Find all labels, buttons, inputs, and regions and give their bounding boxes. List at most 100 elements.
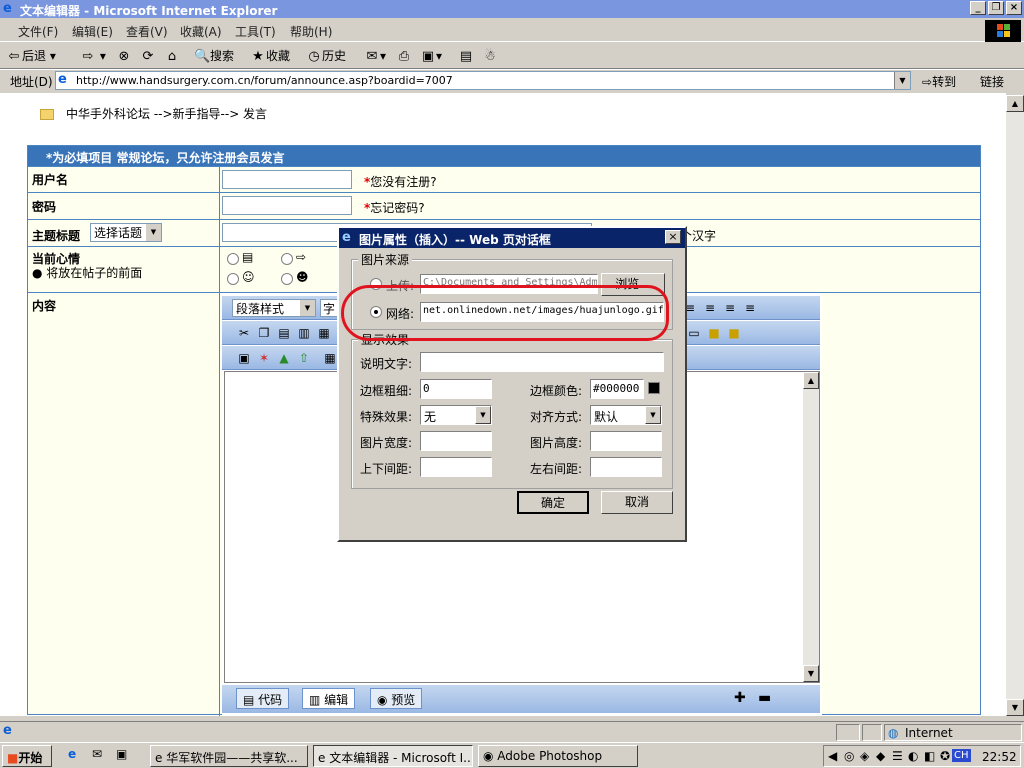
insert-table-icon[interactable]: ▦ (322, 350, 338, 366)
quicklaunch-mail-icon[interactable]: ✉ (92, 747, 102, 761)
maximize-button[interactable]: ❐ (988, 1, 1004, 15)
home-button[interactable]: ⌂ (164, 47, 180, 65)
insert-image-icon[interactable]: ▣ (236, 350, 252, 366)
forgot-password-link[interactable]: *忘记密码? (364, 199, 425, 216)
mood-radio-1[interactable] (227, 253, 239, 265)
table-icon[interactable]: ▭ (686, 325, 702, 341)
align-select[interactable]: 默认 ▼ (590, 405, 662, 425)
tab-edit[interactable]: ▥ 编辑 (302, 688, 356, 709)
start-button[interactable]: ■开始 (2, 745, 52, 767)
register-link[interactable]: *您没有注册? (364, 173, 437, 190)
edit-page-button[interactable]: ▣ ▾ (420, 47, 442, 65)
task-text-editor[interactable]: e 文本编辑器 - Microsoft I... (313, 745, 473, 767)
color-swatch-icon[interactable] (648, 382, 660, 394)
address-input[interactable]: e http://www.handsurgery.com.cn/forum/an… (55, 71, 911, 90)
mood-radio-3[interactable] (227, 273, 239, 285)
go-button[interactable]: ⇨转到 (922, 73, 956, 90)
paste-icon[interactable]: ▤ (276, 325, 292, 341)
alt-text-input[interactable] (420, 352, 664, 372)
stop-button[interactable]: ⊗ (116, 47, 132, 65)
align-justify-icon[interactable]: ≡ (742, 300, 758, 316)
width-input[interactable] (420, 431, 492, 451)
tray-icon-2[interactable]: ◈ (860, 749, 869, 763)
window-title-bar[interactable]: e 文本编辑器 - Microsoft Internet Explorer _ … (0, 0, 1024, 18)
password-input[interactable] (222, 196, 352, 215)
tray-icon-6[interactable]: ◧ (924, 749, 935, 763)
shrink-editor-icon[interactable]: ▬ (758, 690, 771, 706)
network-url-input[interactable]: net.onlinedown.net/images/huajunlogo.gif (420, 302, 664, 322)
network-radio[interactable] (370, 306, 382, 318)
ok-button[interactable]: 确定 (517, 491, 589, 514)
effect-select[interactable]: 无 ▼ (420, 405, 492, 425)
enlarge-editor-icon[interactable]: ✚ (734, 690, 746, 706)
links-button[interactable]: 链接 (980, 73, 1004, 90)
scroll-up-icon[interactable]: ▲ (1006, 95, 1024, 112)
upload-path-input[interactable]: C:\Documents and Settings\Adm (420, 274, 598, 294)
discuss-button[interactable]: ▤ (458, 47, 474, 65)
menu-help[interactable]: 帮助(H) (290, 23, 332, 40)
username-input[interactable] (222, 170, 352, 189)
tray-icon-7[interactable]: ✪ (940, 749, 950, 763)
history-button[interactable]: ◷ 历史 (306, 47, 346, 65)
mood-radio-2[interactable] (281, 253, 293, 265)
forward-button[interactable]: ⇨ ▾ (80, 47, 106, 65)
font-select[interactable]: 字 (320, 299, 338, 317)
insert-media-icon[interactable]: ▲ (276, 350, 292, 366)
input-language-indicator[interactable]: CH (952, 749, 971, 762)
highlight-alt-icon[interactable]: ■ (726, 325, 742, 341)
border-width-input[interactable]: 0 (420, 379, 492, 399)
browse-button[interactable]: 浏览... (601, 273, 665, 296)
highlight-icon[interactable]: ■ (706, 325, 722, 341)
insert-flash-icon[interactable]: ✶ (256, 350, 272, 366)
border-color-input[interactable]: #000000 (590, 379, 644, 399)
quicklaunch-ie-icon[interactable]: e (68, 747, 76, 761)
minimize-button[interactable]: _ (970, 1, 986, 15)
editor-scroll-down-icon[interactable]: ▼ (803, 665, 819, 682)
search-button[interactable]: 🔍搜索 (194, 47, 234, 65)
favorites-button[interactable]: ★ 收藏 (250, 47, 290, 65)
address-dropdown-icon[interactable]: ▼ (894, 72, 910, 89)
tab-code[interactable]: ▤ 代码 (236, 688, 290, 709)
tray-icon-5[interactable]: ◐ (908, 749, 918, 763)
cut-icon[interactable]: ✂ (236, 325, 252, 341)
tray-icon-1[interactable]: ◎ (844, 749, 854, 763)
tray-icon-3[interactable]: ◆ (876, 749, 885, 763)
hspace-input[interactable] (590, 457, 662, 477)
mail-button[interactable]: ✉ ▾ (364, 47, 386, 65)
paste-text-icon[interactable]: ▥ (296, 325, 312, 341)
align-right-icon[interactable]: ≡ (722, 300, 738, 316)
page-scrollbar[interactable]: ▲ ▼ (1006, 95, 1024, 716)
copy-icon[interactable]: ❐ (256, 325, 272, 341)
close-window-button[interactable]: × (1006, 1, 1022, 15)
dialog-close-button[interactable]: × (665, 230, 681, 244)
tray-icon-4[interactable]: ☰ (892, 749, 903, 763)
menu-favorites[interactable]: 收藏(A) (180, 23, 222, 40)
vspace-input[interactable] (420, 457, 492, 477)
tab-preview[interactable]: ◉ 预览 (370, 688, 423, 709)
back-button[interactable]: ⇦ 后退 ▾ (6, 47, 56, 65)
insert-upload-icon[interactable]: ⇧ (296, 350, 312, 366)
height-input[interactable] (590, 431, 662, 451)
dialog-title-bar[interactable]: e 图片属性（插入）-- Web 页对话框 × (339, 228, 685, 248)
print-button[interactable]: ⎙ (396, 47, 412, 65)
task-photoshop[interactable]: ◉ Adobe Photoshop (478, 745, 638, 767)
topic-select[interactable]: 选择话题 ▼ (90, 223, 162, 242)
align-center-icon[interactable]: ≡ (702, 300, 718, 316)
upload-radio[interactable] (370, 278, 382, 290)
volume-icon[interactable]: ◀ (828, 749, 837, 763)
menu-edit[interactable]: 编辑(E) (72, 23, 113, 40)
paragraph-style-select[interactable]: 段落样式 ▼ (232, 299, 316, 317)
menu-tools[interactable]: 工具(T) (235, 23, 276, 40)
cancel-button[interactable]: 取消 (601, 491, 673, 514)
paste-word-icon[interactable]: ▦ (316, 325, 332, 341)
editor-scrollbar[interactable]: ▲ ▼ (803, 372, 819, 682)
quicklaunch-desktop-icon[interactable]: ▣ (116, 747, 127, 761)
refresh-button[interactable]: ⟳ (140, 47, 156, 65)
editor-scroll-up-icon[interactable]: ▲ (803, 372, 819, 389)
scroll-down-icon[interactable]: ▼ (1006, 699, 1024, 716)
task-huajun[interactable]: e 华军软件园——共享软... (150, 745, 308, 767)
messenger-button[interactable]: ☃ (482, 47, 498, 65)
mood-radio-4[interactable] (281, 273, 293, 285)
menu-view[interactable]: 查看(V) (126, 23, 168, 40)
menu-file[interactable]: 文件(F) (18, 23, 58, 40)
